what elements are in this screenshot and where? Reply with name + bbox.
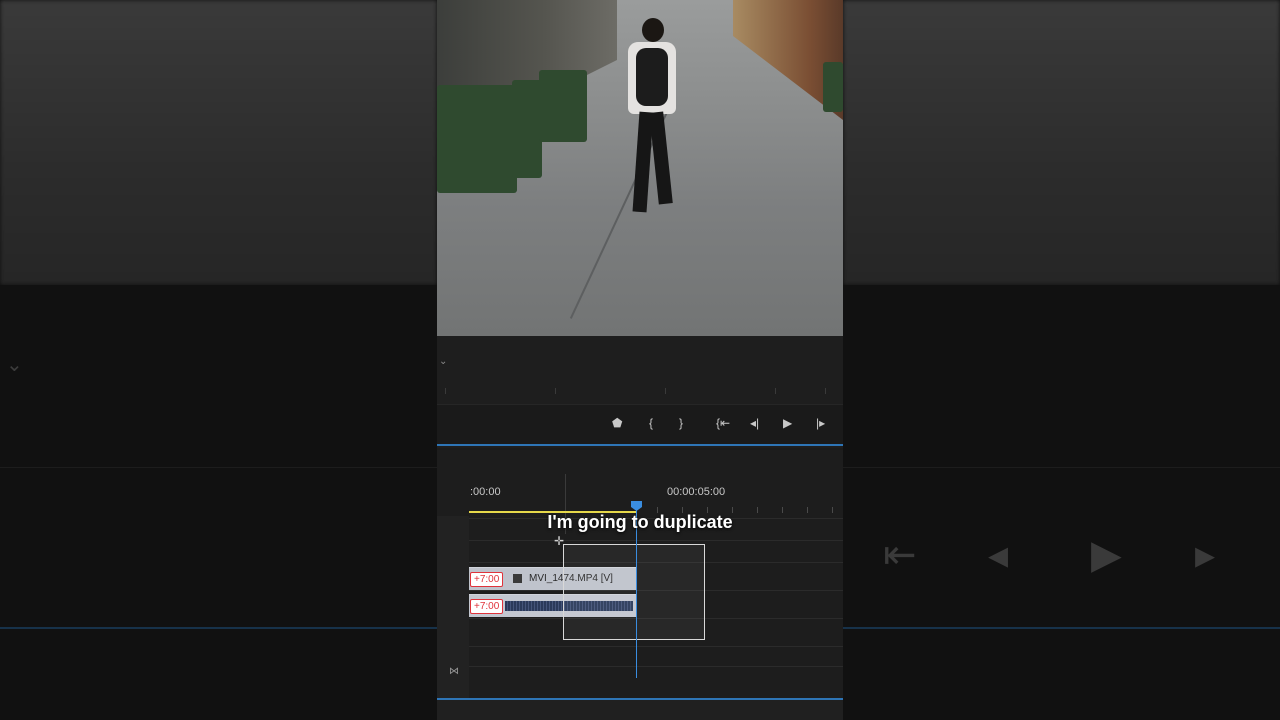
- snap-icon[interactable]: ⋈: [449, 666, 459, 677]
- selection-marquee: [563, 544, 705, 640]
- mark-out-button[interactable]: }: [679, 413, 683, 433]
- add-marker-button[interactable]: ⬟: [612, 413, 622, 433]
- ghost-step-forward-icon: ▸: [1195, 533, 1216, 577]
- ghost-go-to-in-icon: ⇤: [883, 533, 917, 577]
- play-button[interactable]: ▶: [783, 413, 792, 433]
- blurred-video-left: [0, 0, 437, 285]
- step-back-button[interactable]: ◂|: [750, 413, 759, 433]
- phone-frame: ⌄ ⬟ { } {⇤ ◂| ▶ |▸ :00:00 00:00:05:00 +7…: [437, 0, 843, 720]
- panel-divider: [437, 444, 843, 446]
- program-monitor-panel: ⌄ ⬟ { } {⇤ ◂| ▶ |▸: [437, 336, 843, 448]
- ghost-step-back-icon: ◂: [988, 533, 1009, 577]
- timecode-mark: 00:00:05:00: [667, 486, 726, 498]
- mark-in-icon: {: [649, 416, 654, 430]
- monitor-ruler[interactable]: [437, 384, 843, 394]
- caption-text: I'm going to duplicate: [547, 512, 733, 532]
- go-to-in-icon: {⇤: [716, 416, 731, 430]
- go-to-in-button[interactable]: {⇤: [716, 413, 730, 433]
- timecode-start: :00:00: [470, 486, 501, 498]
- play-icon: ▶: [783, 416, 793, 430]
- marker-icon: ⬟: [612, 416, 623, 430]
- video-preview: [437, 0, 843, 336]
- step-back-icon: ◂|: [750, 416, 760, 430]
- ghost-chevron-icon: ⌄: [6, 354, 23, 376]
- chevron-down-icon[interactable]: ⌄: [439, 356, 447, 367]
- mark-in-button[interactable]: {: [649, 413, 653, 433]
- audio-offset-badge: +7:00: [470, 599, 504, 614]
- blurred-backdrop-right: ⇤ ◂ ▶ ▸: [843, 0, 1280, 720]
- video-clip-icon: [513, 574, 522, 583]
- transport-controls: ⬟ { } {⇤ ◂| ▶ |▸: [437, 404, 843, 445]
- blurred-panel-right: [843, 285, 1280, 720]
- blurred-backdrop-left: ⌄: [0, 0, 437, 720]
- blurred-video-right: [843, 0, 1280, 285]
- mark-out-icon: }: [679, 416, 684, 430]
- blurred-panel-left: [0, 285, 437, 720]
- clip-offset-badge: +7:00: [470, 572, 504, 587]
- ghost-play-icon: ▶: [1091, 533, 1122, 577]
- walking-person: [622, 18, 682, 228]
- step-forward-button[interactable]: |▸: [816, 413, 825, 433]
- crosshair-cursor-icon: ✛: [554, 534, 565, 548]
- timeline-panel: :00:00 00:00:05:00 +7:00 MVI_1474.MP4 [V…: [437, 450, 843, 698]
- bottom-bar: [437, 700, 843, 720]
- step-forward-icon: |▸: [816, 416, 826, 430]
- playhead[interactable]: [636, 510, 637, 678]
